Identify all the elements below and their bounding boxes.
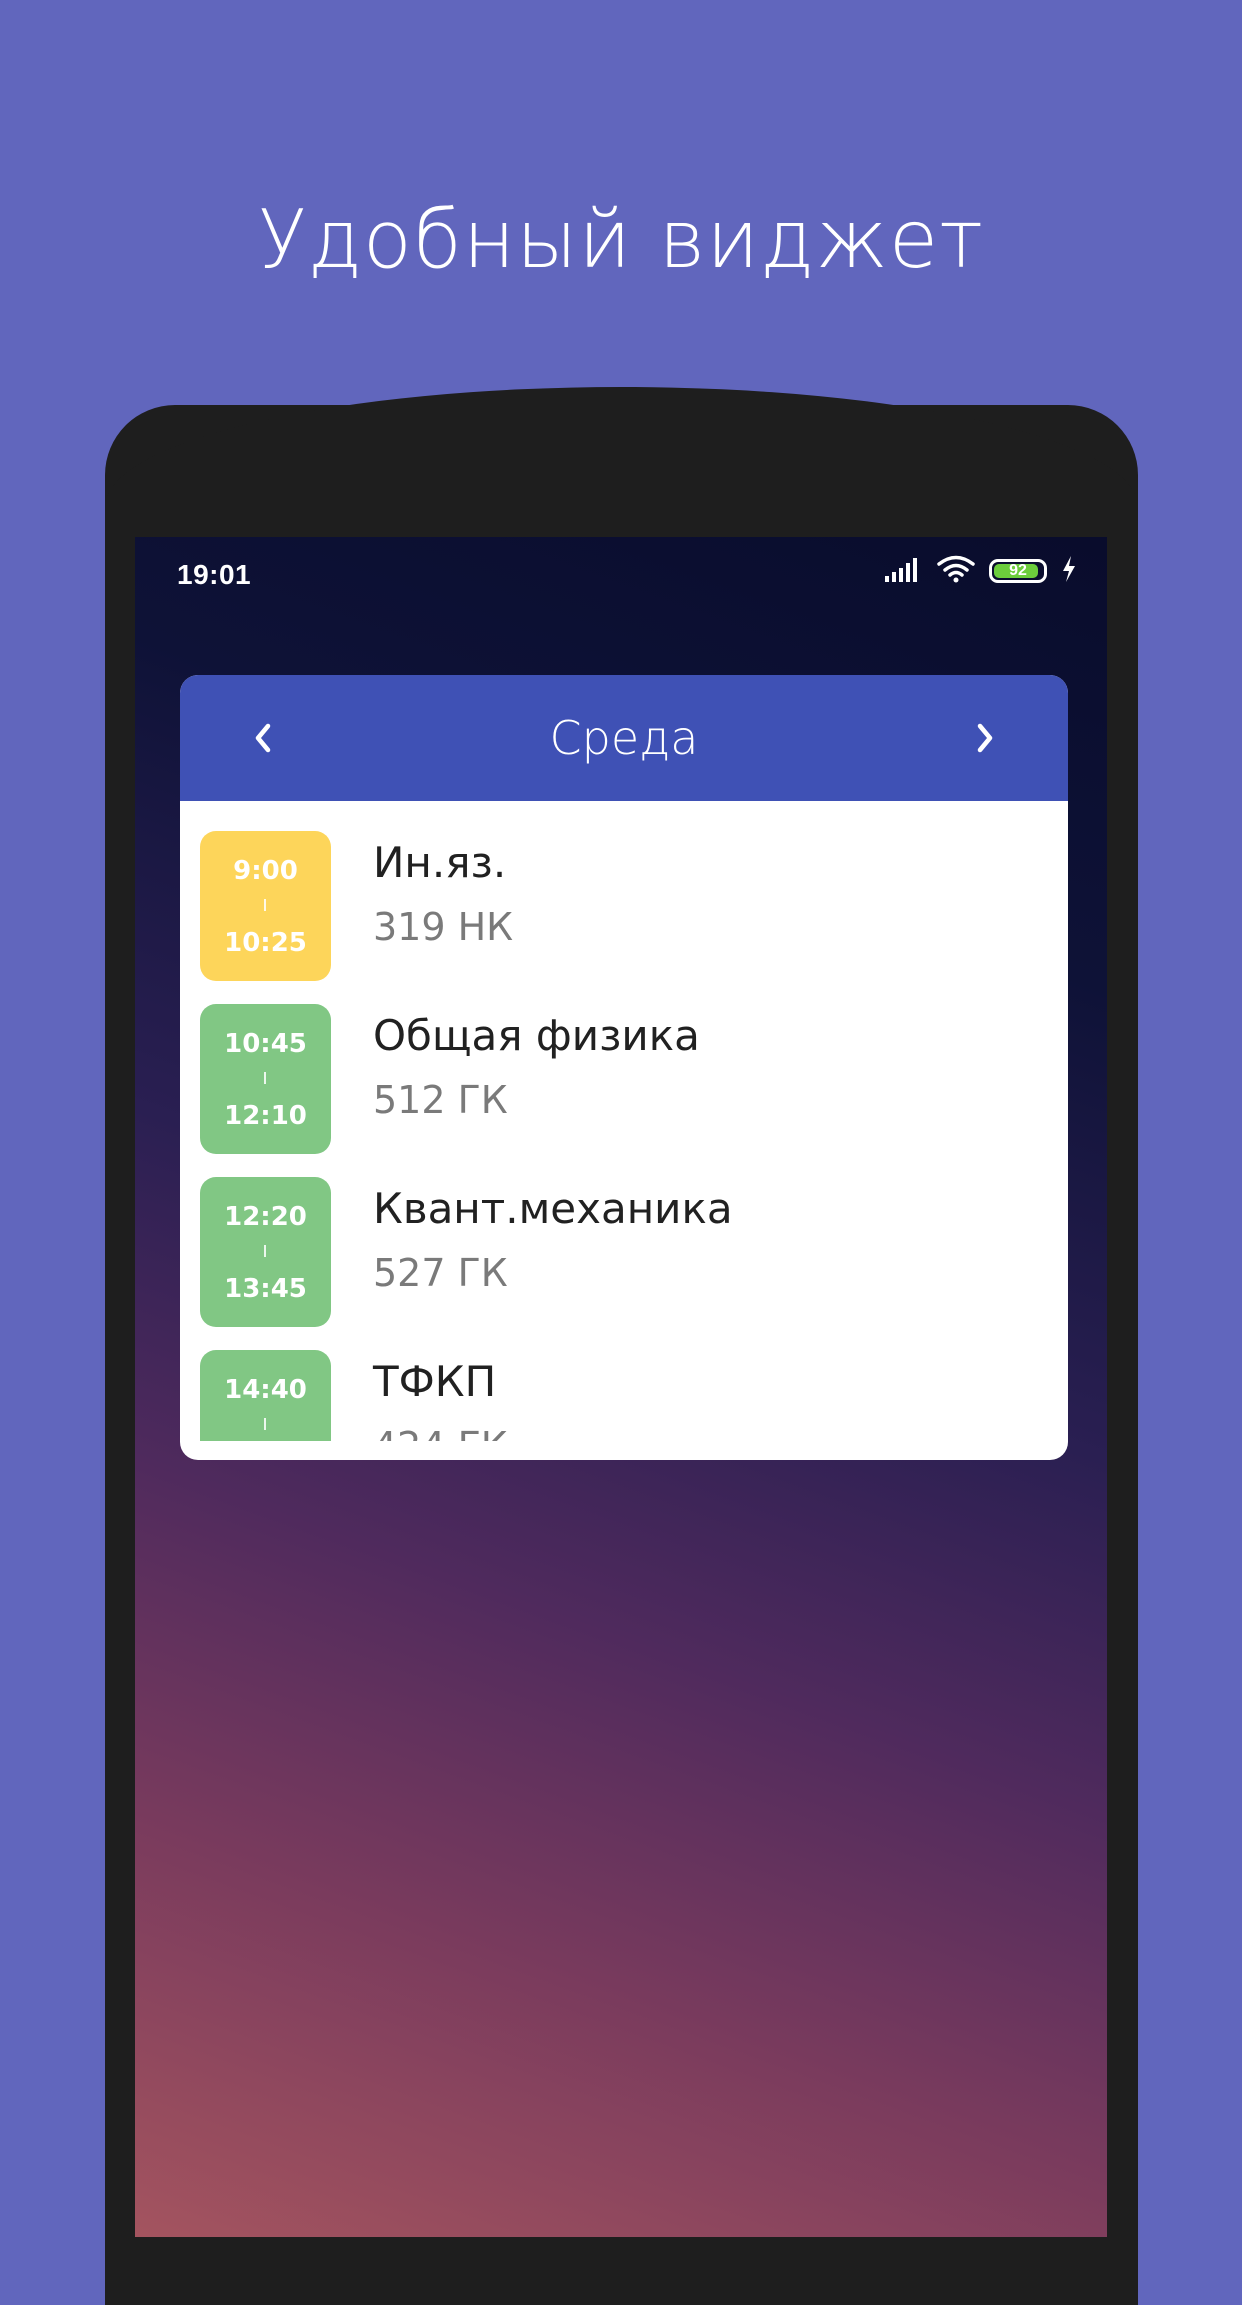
battery-icon: 92: [989, 559, 1047, 583]
start-time: 9:00: [233, 856, 298, 886]
next-day-button[interactable]: [950, 703, 1020, 773]
time-badge: 10:45 12:10: [200, 1004, 331, 1154]
start-time: 10:45: [224, 1029, 307, 1059]
end-time: 10:25: [224, 928, 307, 958]
list-item[interactable]: 9:00 10:25 Ин.яз. 319 НК: [200, 831, 1048, 981]
lesson-list: 9:00 10:25 Ин.яз. 319 НК 10:45 12:10 Общ…: [180, 801, 1068, 1441]
wifi-icon: [937, 555, 975, 587]
battery-level: 92: [1009, 562, 1027, 579]
signal-icon: [885, 556, 923, 586]
phone-frame: 19:01 92 Среда 9:00 10:25 Ин.яз. 319 НК …: [105, 387, 1138, 2305]
lesson-name: Квант.механика: [373, 1184, 733, 1233]
time-separator: [264, 1418, 266, 1430]
status-icons: 92: [885, 555, 1077, 587]
day-title: Среда: [549, 711, 699, 765]
start-time: 12:20: [224, 1202, 307, 1232]
lesson-room: 512 ГК: [373, 1078, 508, 1122]
lesson-room: 319 НК: [373, 905, 514, 949]
lesson-name: Ин.яз.: [373, 838, 507, 887]
charging-icon: [1061, 556, 1077, 586]
list-item[interactable]: 14:40 ТФКП 424 ГК: [200, 1350, 1048, 1441]
list-item[interactable]: 10:45 12:10 Общая физика 512 ГК: [200, 1004, 1048, 1154]
phone-screen: 19:01 92 Среда 9:00 10:25 Ин.яз. 319 НК …: [135, 537, 1107, 2237]
time-badge: 14:40: [200, 1350, 331, 1441]
time-badge: 12:20 13:45: [200, 1177, 331, 1327]
widget-header: Среда: [180, 675, 1068, 801]
status-bar: 19:01 92: [135, 537, 1107, 607]
list-item[interactable]: 12:20 13:45 Квант.механика 527 ГК: [200, 1177, 1048, 1327]
lesson-room: 527 ГК: [373, 1251, 508, 1295]
start-time: 14:40: [224, 1375, 307, 1405]
status-time: 19:01: [177, 559, 252, 590]
end-time: 12:10: [224, 1101, 307, 1131]
end-time: 13:45: [224, 1274, 307, 1304]
lesson-name: Общая физика: [373, 1011, 700, 1060]
time-separator: [264, 899, 266, 911]
headline: Удобный виджет: [258, 193, 984, 286]
schedule-widget: Среда 9:00 10:25 Ин.яз. 319 НК 10:45 12:…: [180, 675, 1068, 1460]
phone-top-bezel: [105, 387, 1138, 507]
lesson-name: ТФКП: [373, 1357, 497, 1406]
chevron-right-icon: [977, 723, 993, 753]
time-badge: 9:00 10:25: [200, 831, 331, 981]
time-separator: [264, 1245, 266, 1257]
lesson-room: 424 ГК: [373, 1420, 508, 1441]
time-separator: [264, 1072, 266, 1084]
